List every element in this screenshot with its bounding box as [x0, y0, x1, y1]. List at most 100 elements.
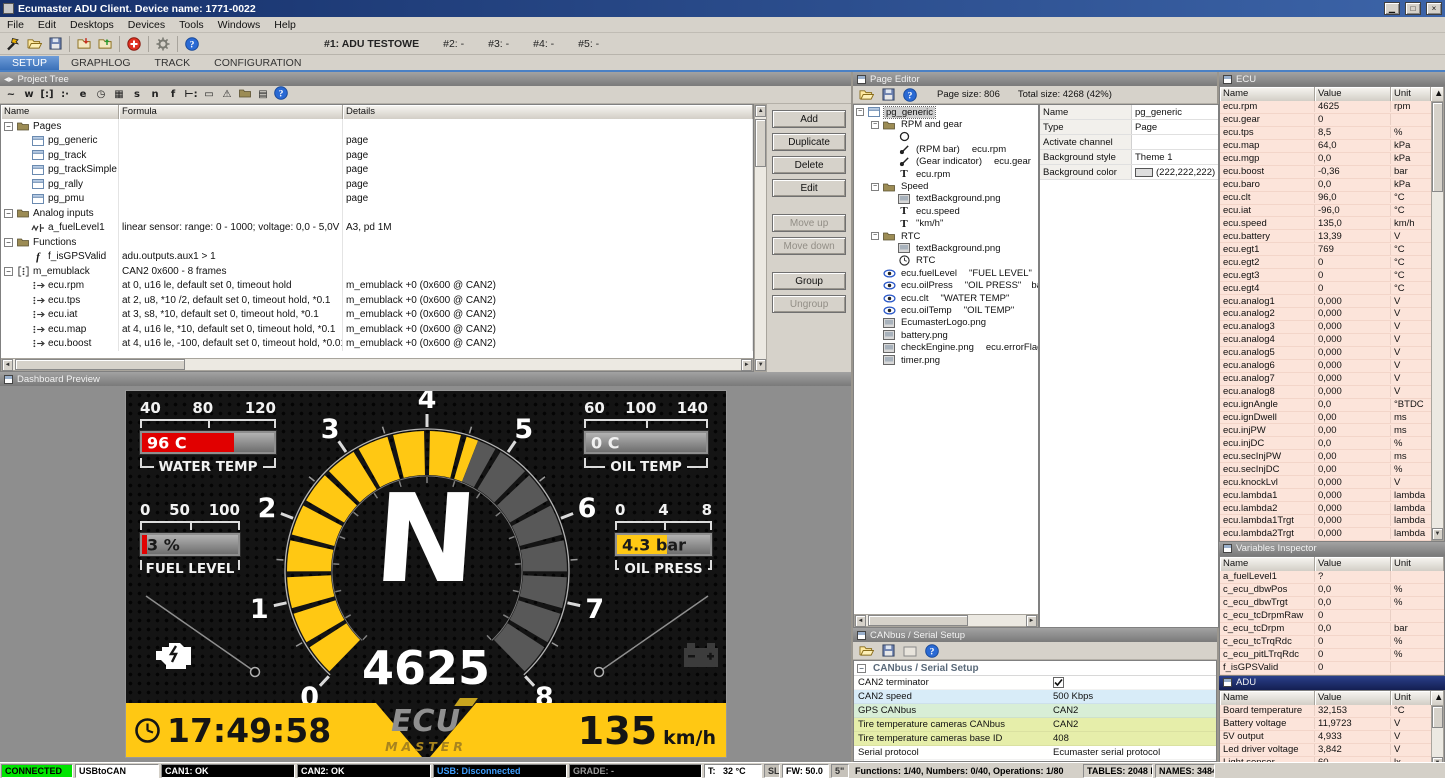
pg_generic[interactable]: −pg_generic page [1, 134, 753, 149]
page-editor-tree-item[interactable]: −(Gear indicator)ecu.gear [854, 156, 1038, 168]
add-number-icon[interactable]: n [148, 88, 162, 102]
menu-item[interactable]: File [0, 19, 31, 31]
canbus-setting-row[interactable]: Tire temperature cameras base ID 408 [854, 732, 1216, 746]
close-button[interactable]: × [1426, 2, 1442, 15]
m_emublack[interactable]: −m_emublack CAN2 0x600 - 8 frames [1, 264, 753, 279]
menu-item[interactable]: Windows [211, 19, 268, 31]
channel-row[interactable]: ecu.analog5 0,000 V [1220, 347, 1431, 360]
column-header-value[interactable]: Value [1315, 691, 1391, 705]
menu-item[interactable]: Tools [172, 19, 211, 31]
tree-action-button[interactable]: Delete [772, 156, 846, 174]
page-editor-tree-item[interactable]: −ecu.clt"WATER TEMP" [854, 292, 1038, 304]
color-swatch[interactable] [1135, 168, 1153, 177]
variable-row[interactable]: f_isGPSValid 0 [1220, 662, 1444, 675]
variable-row[interactable]: c_ecu_dbwPos 0,0 % [1220, 584, 1444, 597]
column-header-name[interactable]: Name [1220, 691, 1315, 705]
tree-action-button[interactable]: Move up [772, 214, 846, 232]
channel-row[interactable]: ecu.lambda1Trgt 0,000 lambda [1220, 515, 1431, 528]
adu-row[interactable]: Led driver voltage 3,842 V [1220, 744, 1431, 757]
column-header-unit[interactable]: Unit [1391, 691, 1431, 705]
column-header-value[interactable]: Value [1315, 87, 1391, 101]
channel-row[interactable]: ecu.rpm 4625 rpm [1220, 101, 1431, 114]
canbus-setting-row[interactable]: GPS CANbus CAN2 [854, 704, 1216, 718]
page-editor-tree-item[interactable]: −battery.png [854, 329, 1038, 341]
expander-icon[interactable]: − [4, 122, 13, 131]
channel-row[interactable]: ecu.iat -96,0 °C [1220, 205, 1431, 218]
Functions[interactable]: −Functions [1, 235, 753, 250]
menu-item[interactable]: Edit [31, 19, 63, 31]
ecu.boost[interactable]: −ecu.boost at 4, u16 le, -100, default s… [1, 337, 753, 352]
add-text-icon[interactable]: ▤ [256, 88, 270, 102]
page-editor-tree-item[interactable]: −EcumasterLogo.png [854, 317, 1038, 329]
channel-row[interactable]: ecu.analog6 0,000 V [1220, 360, 1431, 373]
device-slot[interactable]: #5: - [578, 38, 599, 50]
channel-row[interactable]: ecu.map 64,0 kPa [1220, 140, 1431, 153]
add-table-icon[interactable]: ▦ [112, 88, 126, 102]
pg_pmu[interactable]: −pg_pmu page [1, 192, 753, 207]
tree-action-button[interactable]: Ungroup [772, 295, 846, 313]
open-settings-icon[interactable] [857, 642, 875, 660]
page-editor-tree-item[interactable]: −T"km/h" [854, 218, 1038, 230]
open-page-icon[interactable] [857, 86, 875, 104]
scroll-right-icon[interactable]: ► [1026, 615, 1037, 627]
open-project-icon[interactable] [25, 35, 43, 53]
add-device-icon[interactable] [125, 35, 143, 53]
channel-row[interactable]: ecu.lambda2Trgt 0,000 lambda [1220, 528, 1431, 541]
menu-item[interactable]: Help [267, 19, 303, 31]
maximize-button[interactable]: □ [1405, 2, 1421, 15]
add-canbus-input-icon[interactable]: :· [58, 88, 72, 102]
expander-icon[interactable]: − [871, 183, 879, 191]
panel-collapse-icon[interactable]: ◂▸ [4, 74, 14, 85]
ecu.tps[interactable]: −ecu.tps at 2, u8, *10 /2, default set 0… [1, 293, 753, 308]
variable-row[interactable]: c_ecu_tcTrqRdc 0 % [1220, 636, 1444, 649]
channel-row[interactable]: ecu.ignDwell 0,00 ms [1220, 412, 1431, 425]
device-slot[interactable]: #3: - [488, 38, 509, 50]
adu-row[interactable]: Battery voltage 11,9723 V [1220, 718, 1431, 731]
adu-row[interactable]: Board temperature 32,153 °C [1220, 705, 1431, 718]
add-output-icon[interactable]: ⊢: [184, 88, 198, 102]
scroll-thumb[interactable] [1432, 102, 1443, 192]
column-header-details[interactable]: Details [343, 105, 753, 119]
scroll-right-icon[interactable]: ► [741, 359, 752, 371]
pg_trackSimple[interactable]: −pg_trackSimple page [1, 163, 753, 178]
Pages[interactable]: −Pages [1, 119, 753, 134]
canbus-setting-row[interactable]: Tire temperature cameras CANbus CAN2 [854, 718, 1216, 732]
property-row[interactable]: Background color (222,222,222) [1040, 165, 1218, 180]
channel-row[interactable]: ecu.egt2 0 °C [1220, 256, 1431, 269]
scroll-up-icon[interactable]: ▲ [755, 105, 766, 117]
variable-row[interactable]: c_ecu_tcDrpm 0,0 bar [1220, 623, 1444, 636]
variable-row[interactable]: c_ecu_tcDrpmRaw 0 [1220, 610, 1444, 623]
device-slot[interactable]: #1: ADU TESTOWE [324, 38, 419, 50]
column-header-formula[interactable]: Formula [119, 105, 343, 119]
scroll-down-icon[interactable]: ▼ [755, 359, 766, 371]
channel-row[interactable]: ecu.analog8 0,000 V [1220, 386, 1431, 399]
settings-gear-icon[interactable] [154, 35, 172, 53]
expander-icon[interactable]: − [4, 267, 13, 276]
channel-row[interactable]: ecu.secInjDC 0,00 % [1220, 463, 1431, 476]
canbus-setting-row[interactable]: CAN2 speed 500 Kbps [854, 690, 1216, 704]
scroll-thumb[interactable] [15, 359, 185, 370]
project-tree-hscrollbar[interactable]: ◄ ► [1, 358, 753, 371]
page-editor-tree-item[interactable]: −ecu.oilTemp"OIL TEMP" [854, 304, 1038, 316]
expander-icon[interactable]: − [871, 232, 879, 240]
channel-row[interactable]: ecu.lambda1 0,000 lambda [1220, 489, 1431, 502]
add-string-icon[interactable]: s [130, 88, 144, 102]
channel-row[interactable]: ecu.analog3 0,000 V [1220, 321, 1431, 334]
scroll-up-icon[interactable]: ▲ [1431, 87, 1444, 101]
channel-row[interactable]: ecu.analog4 0,000 V [1220, 334, 1431, 347]
send-to-device-icon[interactable] [96, 35, 114, 53]
pg_track[interactable]: −pg_track page [1, 148, 753, 163]
channel-row[interactable]: ecu.analog1 0,000 V [1220, 295, 1431, 308]
channel-row[interactable]: ecu.knockLvl 0,000 V [1220, 476, 1431, 489]
column-header-name[interactable]: Name [1220, 87, 1315, 101]
variable-row[interactable]: a_fuelLevel1 ? [1220, 571, 1444, 584]
Analog inputs[interactable]: −Analog inputs [1, 206, 753, 221]
variable-row[interactable]: c_ecu_pitLTrqRdc 0 % [1220, 649, 1444, 662]
help-icon[interactable]: ? [923, 642, 941, 660]
page-editor-tree-item[interactable]: −timer.png [854, 354, 1038, 366]
ecu-vscrollbar[interactable]: ▼ [1431, 101, 1444, 541]
channel-row[interactable]: ecu.egt3 0 °C [1220, 269, 1431, 282]
add-switch-input-icon[interactable]: w [22, 88, 36, 102]
tree-action-button[interactable]: Edit [772, 179, 846, 197]
expander-icon[interactable]: − [871, 121, 879, 129]
